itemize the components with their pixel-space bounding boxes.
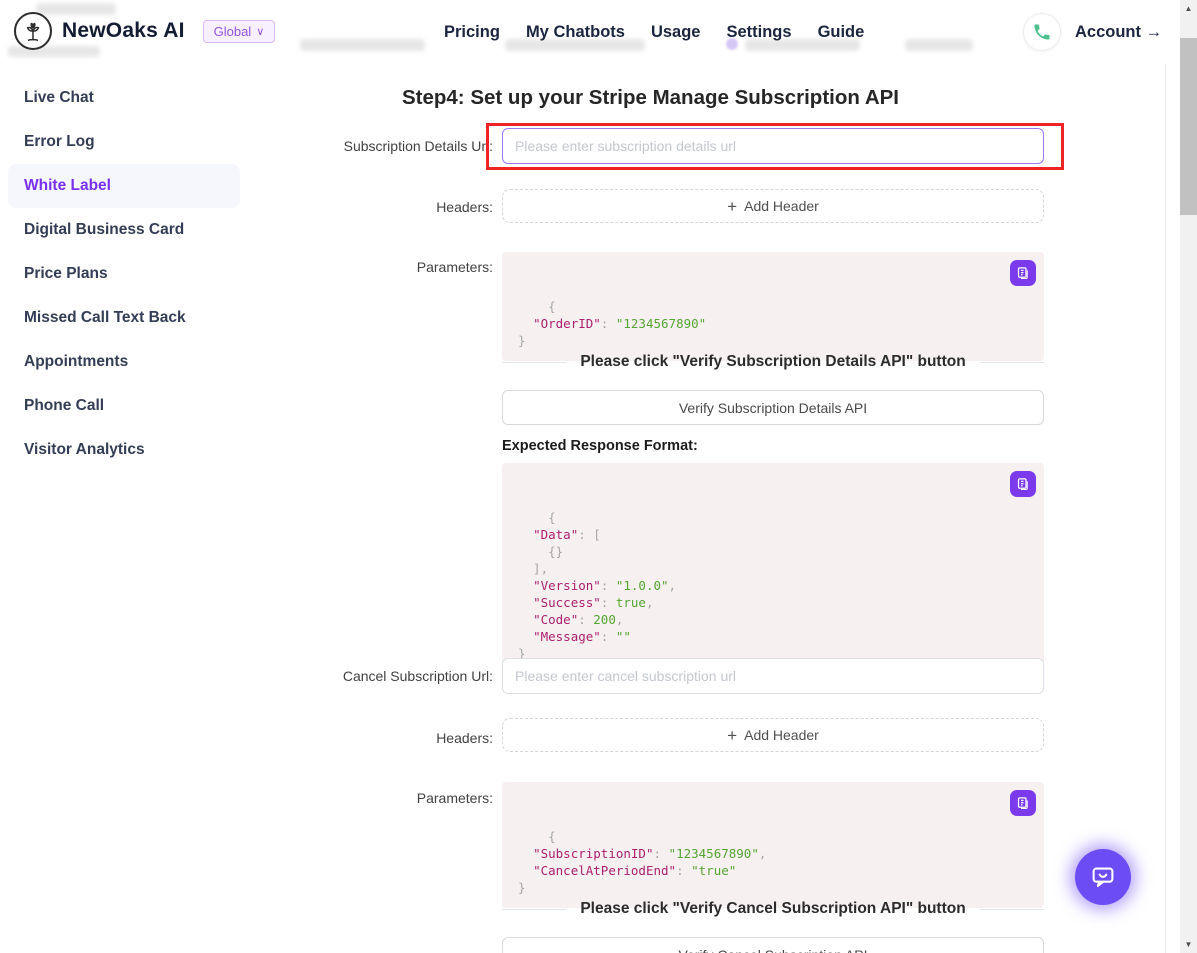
sidebar-item-live-chat[interactable]: Live Chat xyxy=(8,76,240,120)
sidebar-item-appointments[interactable]: Appointments xyxy=(8,340,240,384)
sidebar-item-error-log[interactable]: Error Log xyxy=(8,120,240,164)
sidebar-item-digital-business-card[interactable]: Digital Business Card xyxy=(8,208,240,252)
nav-item-pricing[interactable]: Pricing xyxy=(444,23,500,42)
add-header-button[interactable]: + Add Header xyxy=(502,189,1044,223)
verify-subscription-details-button[interactable]: Verify Subscription Details API xyxy=(502,390,1044,425)
top-header: NewOaks AI Global ∨ Pricing My Chatbots … xyxy=(0,0,1180,64)
brand-name: NewOaks AI xyxy=(62,19,185,43)
nav-item-my-chatbots[interactable]: My Chatbots xyxy=(526,23,625,42)
cancel-subscription-url-input[interactable] xyxy=(502,658,1044,694)
region-selector[interactable]: Global ∨ xyxy=(203,20,276,43)
sidebar-item-phone-call[interactable]: Phone Call xyxy=(8,384,240,428)
nav-item-usage[interactable]: Usage xyxy=(651,23,701,42)
plus-icon: + xyxy=(727,727,737,744)
parameters-code-block: { "OrderID": "1234567890" } xyxy=(502,252,1044,361)
account-menu[interactable]: Account → xyxy=(1023,13,1162,51)
vertical-scrollbar: ▲ ▼ xyxy=(1180,0,1197,953)
chevron-down-icon: ∨ xyxy=(256,25,264,38)
plus-icon: + xyxy=(727,198,737,215)
phone-icon xyxy=(1023,13,1061,51)
divider-line xyxy=(502,362,566,363)
expected-response-format-label: Expected Response Format: xyxy=(502,438,698,454)
cancel-subscription-url-label: Cancel Subscription Url: xyxy=(257,668,493,684)
add-header-button[interactable]: + Add Header xyxy=(502,718,1044,752)
parameters-label: Parameters: xyxy=(257,790,493,806)
sidebar-item-visitor-analytics[interactable]: Visitor Analytics xyxy=(8,428,240,472)
sidebar: Live Chat Error Log White Label Digital … xyxy=(0,64,257,953)
copy-button[interactable] xyxy=(1010,790,1036,816)
copy-button[interactable] xyxy=(1010,471,1036,497)
oak-tree-logo-icon xyxy=(14,12,52,50)
brand-logo[interactable]: NewOaks AI Global ∨ xyxy=(14,12,275,50)
divider-instruction: Please click "Verify Cancel Subscription… xyxy=(580,900,965,918)
region-label: Global xyxy=(214,24,252,39)
divider: Please click "Verify Subscription Detail… xyxy=(502,352,1044,372)
subscription-details-url-input[interactable] xyxy=(502,128,1044,164)
page-title: Step4: Set up your Stripe Manage Subscri… xyxy=(257,86,1044,110)
chat-launcher-button[interactable] xyxy=(1075,849,1131,905)
sidebar-item-white-label[interactable]: White Label xyxy=(8,164,240,208)
divider: Please click "Verify Cancel Subscription… xyxy=(502,899,1044,919)
add-header-label: Add Header xyxy=(744,727,819,743)
verify-cancel-subscription-button[interactable]: Verify Cancel Subscription API xyxy=(502,937,1044,953)
parameters-code-block: { "SubscriptionID": "1234567890", "Cance… xyxy=(502,782,1044,908)
subscription-details-url-label: Subscription Details Url: xyxy=(257,138,493,154)
main-nav: Pricing My Chatbots Usage Settings Guide xyxy=(444,0,864,64)
scrollbar-up-arrow-icon[interactable]: ▲ xyxy=(1180,4,1197,13)
add-header-label: Add Header xyxy=(744,198,819,214)
parameters-label: Parameters: xyxy=(257,259,493,275)
app-root: NewOaks AI Global ∨ Pricing My Chatbots … xyxy=(0,0,1197,953)
scrollbar-down-arrow-icon[interactable]: ▼ xyxy=(1180,940,1197,949)
expected-response-code-block: { "Data": [ {} ], "Version": "1.0.0", "S… xyxy=(502,463,1044,674)
divider-line xyxy=(980,909,1044,910)
divider-line xyxy=(502,909,566,910)
account-label: Account → xyxy=(1075,23,1162,42)
sidebar-item-missed-call-text-back[interactable]: Missed Call Text Back xyxy=(8,296,240,340)
headers-label: Headers: xyxy=(257,199,493,215)
scrollbar-thumb[interactable] xyxy=(1180,38,1197,215)
nav-item-settings[interactable]: Settings xyxy=(726,23,791,42)
headers-label: Headers: xyxy=(257,730,493,746)
sidebar-item-price-plans[interactable]: Price Plans xyxy=(8,252,240,296)
divider-instruction: Please click "Verify Subscription Detail… xyxy=(580,353,965,371)
copy-button[interactable] xyxy=(1010,260,1036,286)
chat-bubble-icon xyxy=(1088,862,1118,892)
divider-line xyxy=(980,362,1044,363)
nav-item-guide[interactable]: Guide xyxy=(818,23,865,42)
main-content: Step4: Set up your Stripe Manage Subscri… xyxy=(257,64,1166,953)
